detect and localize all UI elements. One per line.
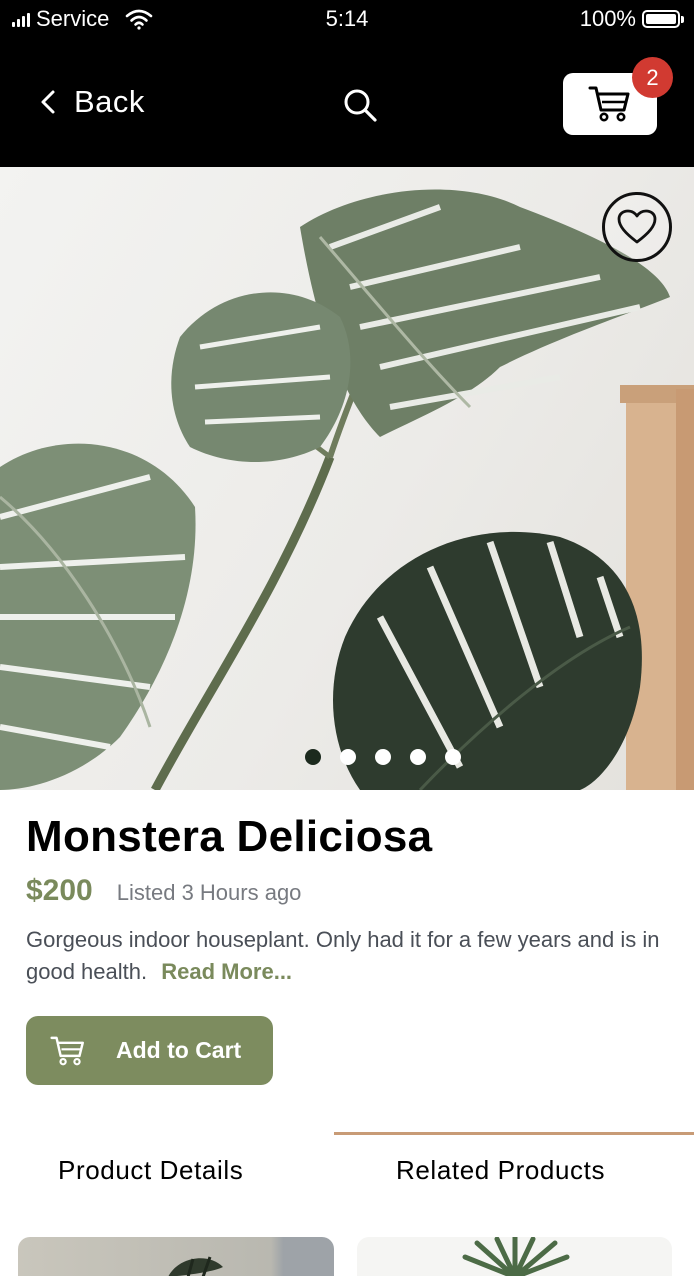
- heart-icon: [617, 209, 657, 244]
- battery-icon: [642, 10, 684, 28]
- related-product-card[interactable]: [357, 1237, 672, 1276]
- tab-product-details[interactable]: Product Details: [58, 1155, 243, 1186]
- battery-percent: 100%: [579, 6, 636, 31]
- status-right: 100%: [579, 6, 684, 32]
- cart-icon: [588, 86, 630, 122]
- add-to-cart-label: Add to Cart: [116, 1037, 242, 1063]
- active-tab-indicator: [334, 1132, 694, 1135]
- description-text: Gorgeous indoor houseplant. Only had it …: [26, 927, 660, 984]
- carousel-dot[interactable]: [305, 749, 321, 765]
- nav-bar: Back 2: [0, 40, 694, 167]
- product-thumbnail: [168, 1256, 223, 1276]
- add-to-cart-button[interactable]: Add to Cart: [26, 1016, 273, 1085]
- product-title: Monstera Deliciosa: [26, 812, 433, 861]
- product-price: $200: [26, 874, 93, 907]
- tab-related-products[interactable]: Related Products: [396, 1155, 605, 1186]
- chevron-left-icon: [41, 90, 55, 114]
- product-thumbnail: [462, 1237, 570, 1276]
- price-row: $200 Listed 3 Hours ago: [26, 874, 301, 908]
- carousel-dot[interactable]: [445, 749, 461, 765]
- listed-time: Listed 3 Hours ago: [116, 880, 302, 905]
- carousel-dot[interactable]: [340, 749, 356, 765]
- related-product-card[interactable]: [18, 1237, 334, 1276]
- search-icon[interactable]: [342, 87, 378, 123]
- cart-count-badge: 2: [632, 57, 673, 98]
- carousel-dot[interactable]: [375, 749, 391, 765]
- back-button[interactable]: Back: [40, 84, 145, 120]
- favorite-button[interactable]: [602, 192, 672, 262]
- status-bar: Service 5:14 100%: [0, 0, 694, 40]
- cart-icon: [50, 1036, 84, 1065]
- product-photo: [0, 189, 694, 790]
- back-label: Back: [74, 84, 145, 119]
- product-description: Gorgeous indoor houseplant. Only had it …: [26, 924, 666, 988]
- product-image-carousel[interactable]: [0, 167, 694, 790]
- carousel-dots: [305, 749, 461, 765]
- carousel-dot[interactable]: [410, 749, 426, 765]
- read-more-link[interactable]: Read More...: [161, 959, 292, 984]
